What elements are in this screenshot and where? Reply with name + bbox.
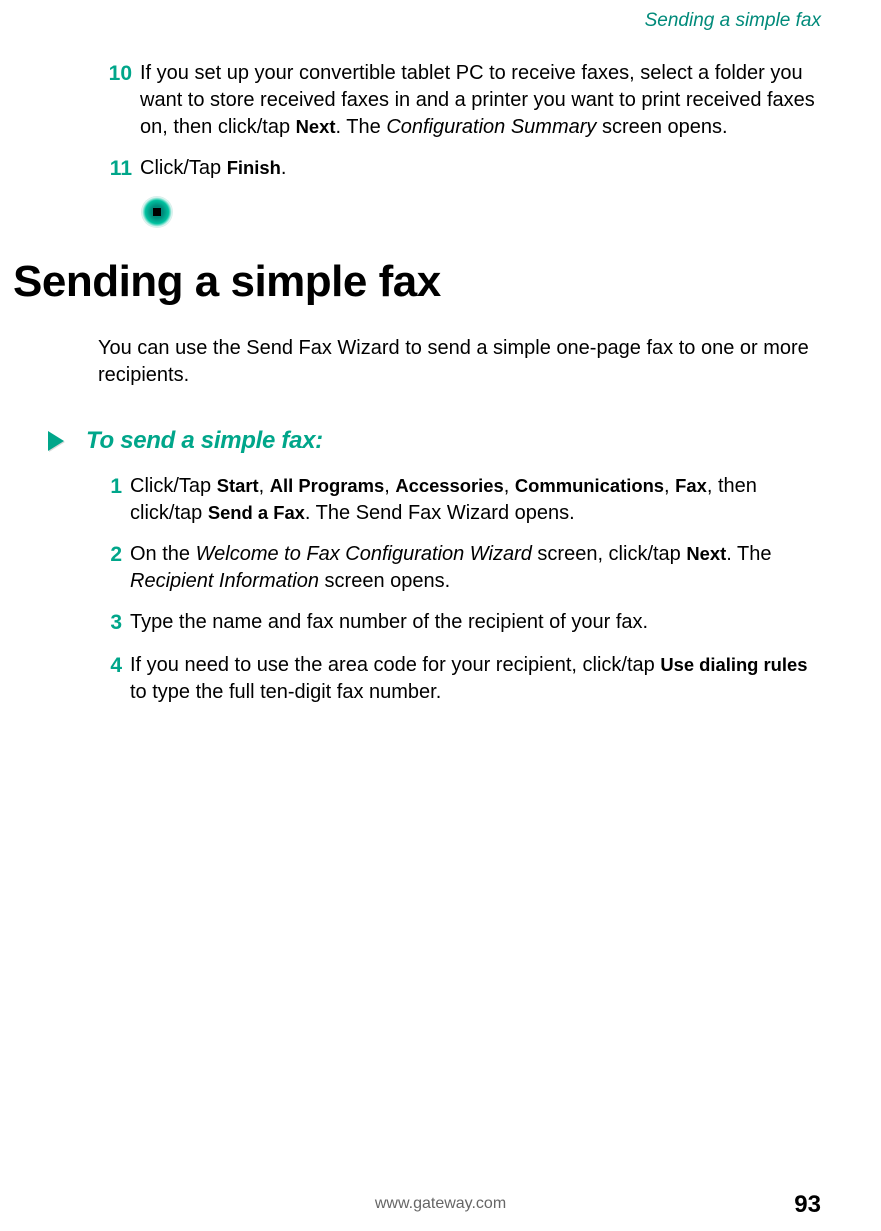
end-of-procedure-icon	[142, 197, 172, 227]
step-number: 11	[98, 155, 140, 183]
text-run: On the	[130, 543, 196, 565]
page-footer: www.gateway.com	[0, 1195, 881, 1213]
text-run-bold: Communications	[515, 475, 664, 496]
text-run: screen opens.	[319, 570, 450, 592]
text-run: ,	[384, 475, 395, 497]
footer-url: www.gateway.com	[375, 1195, 506, 1213]
text-run-ital: Configuration Summary	[386, 116, 596, 138]
step-text: Click/Tap Start, All Programs, Accessori…	[130, 473, 816, 527]
page-number: 93	[794, 1191, 821, 1219]
text-run-bold: Accessories	[395, 475, 503, 496]
text-run-bold: Start	[217, 475, 259, 496]
text-run: ,	[259, 475, 270, 497]
step-text: Click/Tap Finish.	[140, 155, 816, 182]
running-head: Sending a simple fax	[645, 10, 821, 32]
page: Sending a simple fax 10 If you set up yo…	[0, 0, 881, 1231]
step-number: 3	[98, 609, 130, 637]
text-run-bold: Fax	[675, 475, 707, 496]
text-run: .	[281, 157, 287, 179]
text-run: ,	[664, 475, 675, 497]
text-run: Type the name and fax number of the reci…	[130, 611, 648, 633]
text-run: to type the full ten-digit fax number.	[130, 681, 441, 703]
text-run-ital: Welcome to Fax Configuration Wizard	[196, 543, 532, 565]
section-heading: Sending a simple fax	[13, 257, 816, 307]
step-list: 1 Click/Tap Start, All Programs, Accesso…	[98, 473, 816, 705]
previous-step-list: 10 If you set up your convertible tablet…	[98, 60, 816, 227]
step-3: 3 Type the name and fax number of the re…	[98, 609, 816, 637]
text-run: Click/Tap	[140, 157, 227, 179]
step-2: 2 On the Welcome to Fax Configuration Wi…	[98, 541, 816, 595]
step-text: If you need to use the area code for you…	[130, 652, 816, 706]
procedure-title: To send a simple fax:	[86, 427, 323, 455]
section-intro: You can use the Send Fax Wizard to send …	[98, 335, 816, 389]
step-text: On the Welcome to Fax Configuration Wiza…	[130, 541, 816, 595]
text-run: . The Send Fax Wizard opens.	[305, 502, 575, 524]
procedure-header: To send a simple fax:	[48, 427, 816, 455]
step-1: 1 Click/Tap Start, All Programs, Accesso…	[98, 473, 816, 527]
step-text: If you set up your convertible tablet PC…	[140, 60, 816, 141]
step-4: 4 If you need to use the area code for y…	[98, 652, 816, 706]
text-run: screen opens.	[596, 116, 727, 138]
step-number: 4	[98, 652, 130, 680]
text-run-bold: Next	[296, 116, 336, 137]
procedure-arrow-icon	[48, 431, 64, 451]
content: 10 If you set up your convertible tablet…	[0, 0, 821, 706]
text-run: If you need to use the area code for you…	[130, 654, 660, 676]
text-run-bold: Send a Fax	[208, 502, 305, 523]
text-run: ,	[504, 475, 515, 497]
text-run: screen, click/tap	[532, 543, 687, 565]
text-run: . The	[726, 543, 771, 565]
text-run: Click/Tap	[130, 475, 217, 497]
text-run-ital: Recipient Information	[130, 570, 319, 592]
step-number: 1	[98, 473, 130, 501]
text-run-bold: Finish	[227, 157, 281, 178]
step-11: 11 Click/Tap Finish.	[98, 155, 816, 183]
text-run-bold: All Programs	[270, 475, 384, 496]
step-10: 10 If you set up your convertible tablet…	[98, 60, 816, 141]
text-run-bold: Next	[686, 543, 726, 564]
text-run: . The	[336, 116, 387, 138]
step-text: Type the name and fax number of the reci…	[130, 609, 816, 636]
step-number: 10	[98, 60, 140, 88]
text-run-bold: Use dialing rules	[660, 654, 807, 675]
step-number: 2	[98, 541, 130, 569]
